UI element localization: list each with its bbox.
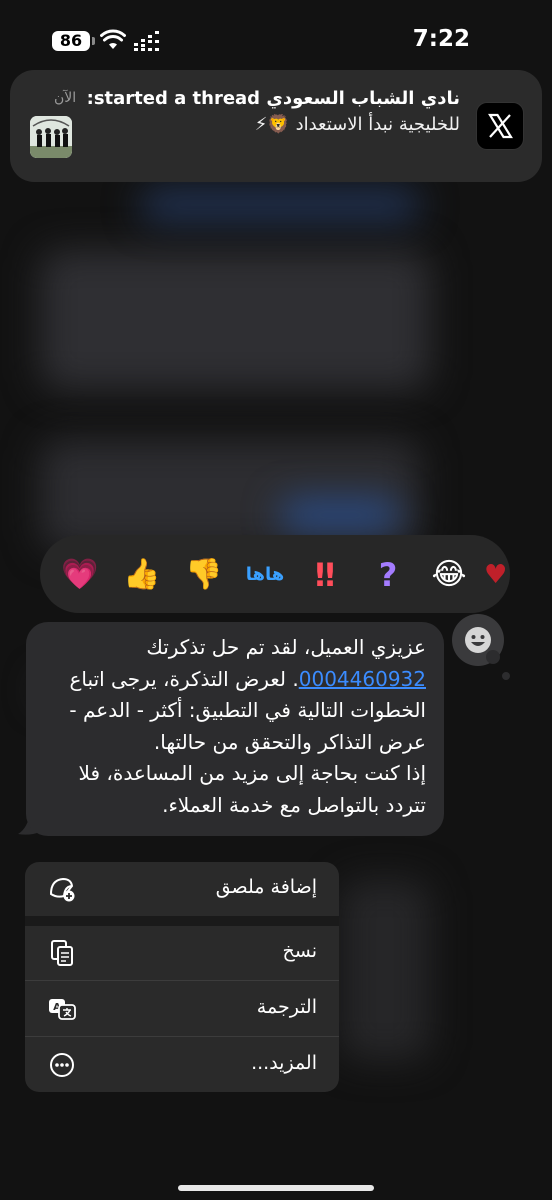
notification-time: الآن — [54, 90, 77, 106]
menu-section-gap — [25, 916, 339, 926]
message-line: 0004460932. لعرض التذكرة، يرجى اتباع — [26, 664, 427, 696]
message-text: عزيزي العميل، لقد تم حل تذكرتك 000446093… — [26, 632, 426, 821]
reaction-thumbs-up[interactable]: 👍 — [120, 553, 164, 597]
reaction-bar: 💗 👍 👎 هاها ‼ ? 😂 ♥ — [40, 535, 510, 613]
home-indicator[interactable] — [178, 1185, 374, 1191]
more-menu-item[interactable]: المزيد... — [25, 1038, 339, 1092]
translate-menu-item[interactable]: الترجمة A — [25, 982, 339, 1036]
notification-thumbnail — [30, 116, 72, 158]
add-sticker-icon — [49, 877, 75, 902]
add-sticker-menu-item[interactable]: إضافة ملصق — [25, 862, 339, 916]
battery-indicator: 86 — [52, 31, 90, 51]
reaction-thumbs-down[interactable]: 👎 — [182, 553, 226, 597]
ticket-number-link[interactable]: 0004460932 — [299, 667, 426, 691]
notification-title: نادي الشباب السعودي started a thread: — [86, 88, 460, 109]
status-bar: 86 7:22 — [0, 0, 552, 80]
message-line-rest: . لعرض التذكرة، يرجى اتباع — [69, 666, 299, 691]
reaction-heart[interactable]: 💗 — [58, 553, 102, 597]
reaction-laugh[interactable]: 😂 — [427, 553, 471, 597]
thought-dot-small — [502, 672, 510, 680]
reaction-question[interactable]: ? — [366, 553, 410, 597]
thought-dot — [486, 650, 500, 664]
message-bubble[interactable]: عزيزي العميل، لقد تم حل تذكرتك 000446093… — [26, 622, 444, 836]
context-menu: إضافة ملصق نسخ الترجمة A المزيد... — [25, 862, 339, 1092]
battery-tip — [92, 37, 95, 45]
notification-banner[interactable]: نادي الشباب السعودي started a thread: لل… — [10, 70, 542, 182]
clock: 7:22 — [412, 26, 470, 52]
more-label: المزيد... — [251, 1052, 317, 1074]
message-line: تتردد بالتواصل مع خدمة العملاء. — [162, 792, 426, 817]
notification-body: للخليجية نبدأ الاستعداد 🦁⚡ — [254, 114, 460, 135]
more-icon — [50, 1053, 74, 1077]
copy-label: نسخ — [282, 940, 317, 962]
reaction-partial-heart-icon[interactable]: ♥ — [484, 553, 510, 597]
message-line: عزيزي العميل، لقد تم حل تذكرتك — [146, 635, 426, 659]
translate-icon: A — [49, 999, 76, 1020]
reaction-exclamation[interactable]: ‼ — [303, 553, 347, 597]
message-line: عرض التذاكر والتحقق من حالتها. — [153, 729, 426, 754]
reaction-haha[interactable]: هاها — [243, 553, 287, 597]
message-line: الخطوات التالية في التطبيق: أكثر - الدعم… — [69, 698, 426, 722]
copy-icon — [51, 940, 73, 966]
add-sticker-label: إضافة ملصق — [215, 876, 317, 898]
menu-divider — [25, 1036, 339, 1037]
wifi-icon — [100, 29, 126, 49]
translate-label: الترجمة — [256, 996, 317, 1018]
copy-menu-item[interactable]: نسخ — [25, 926, 339, 980]
cellular-signal-icon — [134, 31, 159, 51]
x-logo-icon — [476, 102, 524, 150]
menu-divider — [25, 980, 339, 981]
message-line: إذا كنت بحاجة إلى مزيد من المساعدة، فلا — [78, 761, 426, 785]
